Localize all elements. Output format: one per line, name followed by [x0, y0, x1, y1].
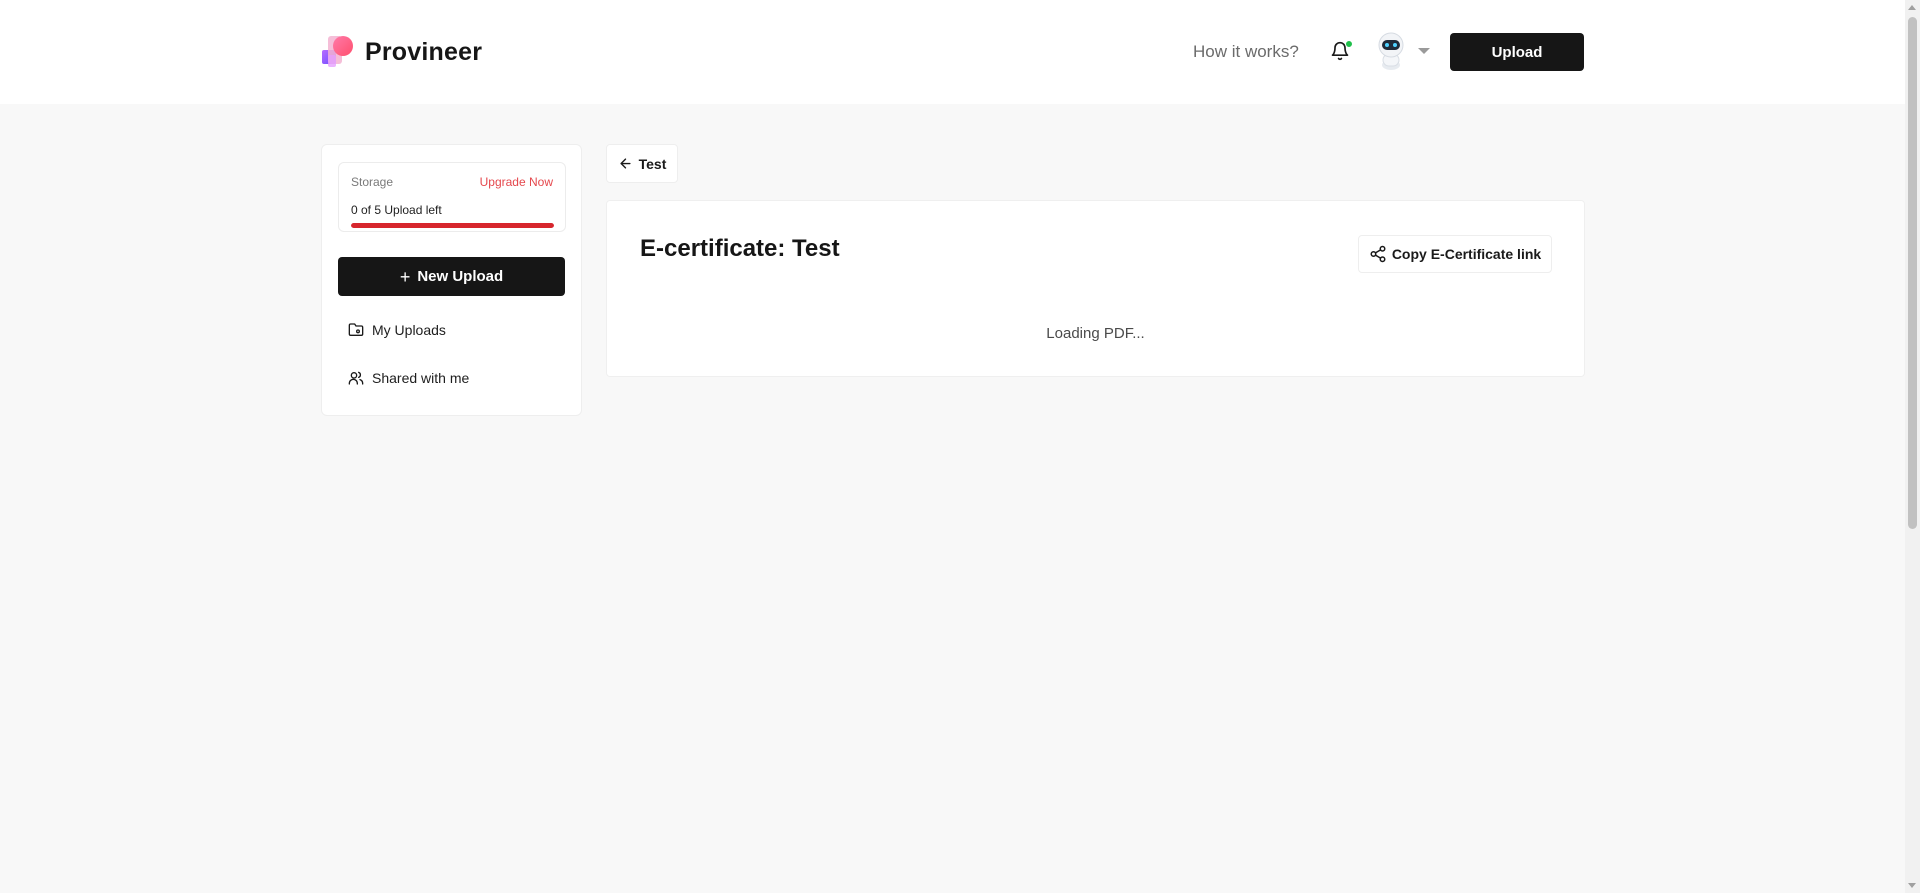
sidebar-item-my-uploads[interactable]: My Uploads	[348, 322, 446, 338]
storage-progress-fill	[351, 223, 554, 228]
share-icon	[1370, 245, 1386, 263]
new-upload-button[interactable]: + New Upload	[338, 257, 565, 296]
sidebar-item-label: My Uploads	[372, 322, 446, 338]
scroll-up-arrow-icon[interactable]	[1908, 5, 1916, 10]
copy-link-label: Copy E-Certificate link	[1391, 246, 1542, 262]
vertical-scrollbar[interactable]	[1905, 0, 1920, 893]
storage-label: Storage	[351, 175, 394, 189]
back-label: Test	[638, 155, 667, 172]
robot-avatar-icon	[1378, 32, 1404, 70]
users-icon	[348, 371, 364, 385]
top-navbar: Provineer How it works? Upload	[0, 0, 1905, 104]
user-menu[interactable]	[1372, 30, 1430, 70]
notification-dot	[1345, 40, 1353, 48]
avatar	[1372, 30, 1410, 70]
copy-e-certificate-link-button[interactable]: Copy E-Certificate link	[1358, 235, 1552, 273]
how-it-works-link[interactable]: How it works?	[1193, 42, 1299, 62]
certificate-panel: E-certificate: Test Copy E-Certificate l…	[606, 200, 1585, 377]
sidebar: Storage Upgrade Now 0 of 5 Upload left +…	[321, 144, 582, 416]
provineer-logo-icon	[319, 33, 357, 71]
uploads-left-text: 0 of 5 Upload left	[351, 203, 442, 217]
storage-progress-bar	[351, 223, 554, 228]
new-upload-label: New Upload	[417, 268, 504, 285]
sidebar-item-label: Shared with me	[372, 370, 470, 386]
plus-icon: +	[399, 266, 411, 287]
arrow-left-icon	[620, 158, 631, 169]
sidebar-item-shared-with-me[interactable]: Shared with me	[348, 370, 469, 386]
upgrade-now-link[interactable]: Upgrade Now	[480, 175, 553, 189]
loading-pdf-text: Loading PDF...	[1046, 325, 1145, 342]
storage-card: Storage Upgrade Now 0 of 5 Upload left	[338, 162, 566, 232]
scrollbar-thumb[interactable]	[1908, 17, 1917, 529]
chevron-down-icon	[1418, 48, 1430, 54]
scroll-down-arrow-icon[interactable]	[1908, 883, 1916, 888]
brand[interactable]: Provineer	[319, 33, 482, 71]
upload-button[interactable]: Upload	[1450, 33, 1584, 71]
back-button[interactable]: Test	[606, 144, 678, 183]
notification-bell[interactable]	[1330, 40, 1353, 64]
brand-name: Provineer	[365, 37, 483, 66]
page-title: E-certificate: Test	[640, 235, 840, 262]
folder-icon	[348, 323, 364, 336]
